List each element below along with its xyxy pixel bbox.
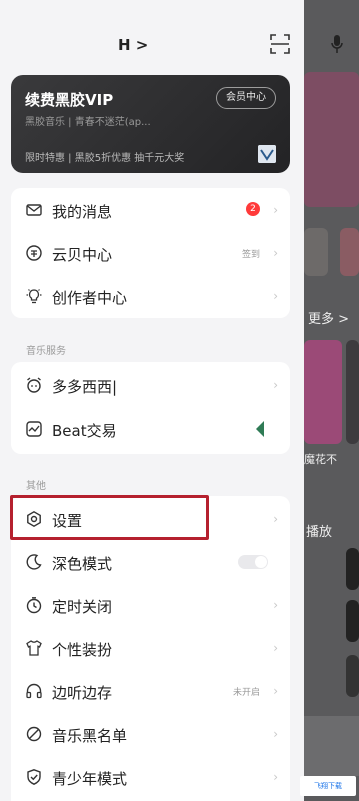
menu-item-label: Beat交易 <box>52 422 117 440</box>
block-icon <box>26 726 42 742</box>
play-label: 播放 <box>306 525 333 540</box>
menu-item-teen-mode[interactable]: 青少年模式 › <box>11 756 290 798</box>
chevron-right-icon: › <box>273 512 278 526</box>
side-drawer: H > 续费黑胶VIP 黑胶音乐 | 青春不迷茫(ap... 会员中心 限时特惠… <box>0 0 304 801</box>
chevron-right-icon: › <box>273 727 278 741</box>
chevron-right-icon: › <box>273 203 278 217</box>
menu-item-label: 云贝中心 <box>52 246 113 264</box>
background-tile <box>346 600 359 642</box>
chevron-right-icon: › <box>273 641 278 655</box>
mail-icon <box>26 204 42 216</box>
status-label: 未开启 <box>232 688 260 698</box>
section-title-other: 其他 <box>26 481 46 492</box>
shirt-icon <box>26 640 42 656</box>
menu-item-creator-center[interactable]: 创作者中心 › <box>11 275 290 317</box>
more-link: 更多 > <box>308 312 350 327</box>
background-tile <box>340 228 359 276</box>
microphone-icon <box>331 35 343 53</box>
album-title: 魔花不 <box>304 453 337 466</box>
section-title-music-services: 音乐服务 <box>26 346 66 357</box>
headphone-icon <box>26 683 42 699</box>
vip-renewal-card[interactable]: 续费黑胶VIP 黑胶音乐 | 青春不迷茫(ap... 会员中心 限时特惠 | 黑… <box>11 75 290 173</box>
menu-item-label: 多多西西| <box>52 378 118 396</box>
menu-group-main: 我的消息 2 › 云贝中心 签到 › 创作者中心 › <box>11 188 290 318</box>
toggle-knob <box>255 556 267 568</box>
promo-leaf-icon <box>256 421 264 437</box>
menu-item-beat-trade[interactable]: Beat交易 <box>11 408 290 450</box>
moon-icon <box>26 554 42 570</box>
menu-item-label: 创作者中心 <box>52 289 128 307</box>
menu-group-music: 多多西西| › Beat交易 <box>11 362 290 454</box>
background-tile <box>346 655 359 697</box>
album-cover <box>304 340 342 444</box>
menu-item-listen-and-save[interactable]: 边听边存 未开启 › <box>11 670 290 712</box>
menu-item-label: 青少年模式 <box>52 770 128 788</box>
menu-item-label: 定时关闭 <box>52 598 113 616</box>
bottom-nav <box>304 716 359 776</box>
vip-promo-text: 限时特惠 | 黑胶5折优惠 抽千元大奖 <box>25 153 185 164</box>
chevron-right-icon: › <box>273 378 278 392</box>
menu-item-cloud-coin[interactable]: 云贝中心 签到 › <box>11 232 290 274</box>
background-tile <box>346 548 359 590</box>
timer-icon <box>26 597 42 614</box>
settings-highlight-box <box>10 495 209 540</box>
menu-item-sleep-timer[interactable]: 定时关闭 › <box>11 584 290 626</box>
chevron-right-icon: › <box>273 598 278 612</box>
vip-title: 续费黑胶VIP <box>25 91 114 109</box>
background-banner <box>304 72 359 207</box>
chevron-right-icon: › <box>273 770 278 784</box>
vip-subtitle: 黑胶音乐 | 青春不迷茫(ap... <box>25 117 151 128</box>
drawer-topbar: H > <box>0 28 304 62</box>
menu-item-music-blacklist[interactable]: 音乐黑名单 › <box>11 713 290 755</box>
background-tile <box>304 228 328 276</box>
menu-item-label: 深色模式 <box>52 555 113 573</box>
scan-icon[interactable] <box>270 34 290 54</box>
menu-item-messages[interactable]: 我的消息 2 › <box>11 189 290 231</box>
menu-item-duoduo[interactable]: 多多西西| › <box>11 364 290 406</box>
menu-item-personal-skin[interactable]: 个性装扮 › <box>11 627 290 669</box>
chevron-right-icon: › <box>273 289 278 303</box>
menu-item-label: 个性装扮 <box>52 641 113 659</box>
user-name-link[interactable]: H > <box>118 36 148 54</box>
member-center-button[interactable]: 会员中心 <box>216 87 276 109</box>
menu-item-dark-mode[interactable]: 深色模式 <box>11 541 290 583</box>
bulb-icon <box>26 289 42 304</box>
menu-item-label: 我的消息 <box>52 203 113 221</box>
menu-item-label: 边听边存 <box>52 684 113 702</box>
alarm-icon <box>27 377 41 393</box>
coin-icon <box>26 245 42 261</box>
chevron-right-icon: › <box>273 684 278 698</box>
dark-mode-toggle[interactable] <box>238 555 268 569</box>
unread-badge: 2 <box>246 202 260 216</box>
watermark: 飞翔下载 <box>300 776 356 796</box>
menu-item-label: 音乐黑名单 <box>52 727 128 745</box>
menu-group-other: 设置 › 深色模式 定时关闭 › 个性装扮 › 边听边存 未开启 › 音乐黑名单… <box>11 496 290 801</box>
promo-logo-icon <box>258 145 276 163</box>
chevron-right-icon: › <box>273 246 278 260</box>
checkin-label: 签到 <box>241 250 260 260</box>
album-cover <box>346 340 359 444</box>
chart-icon <box>26 421 42 437</box>
shield-icon <box>27 769 41 785</box>
